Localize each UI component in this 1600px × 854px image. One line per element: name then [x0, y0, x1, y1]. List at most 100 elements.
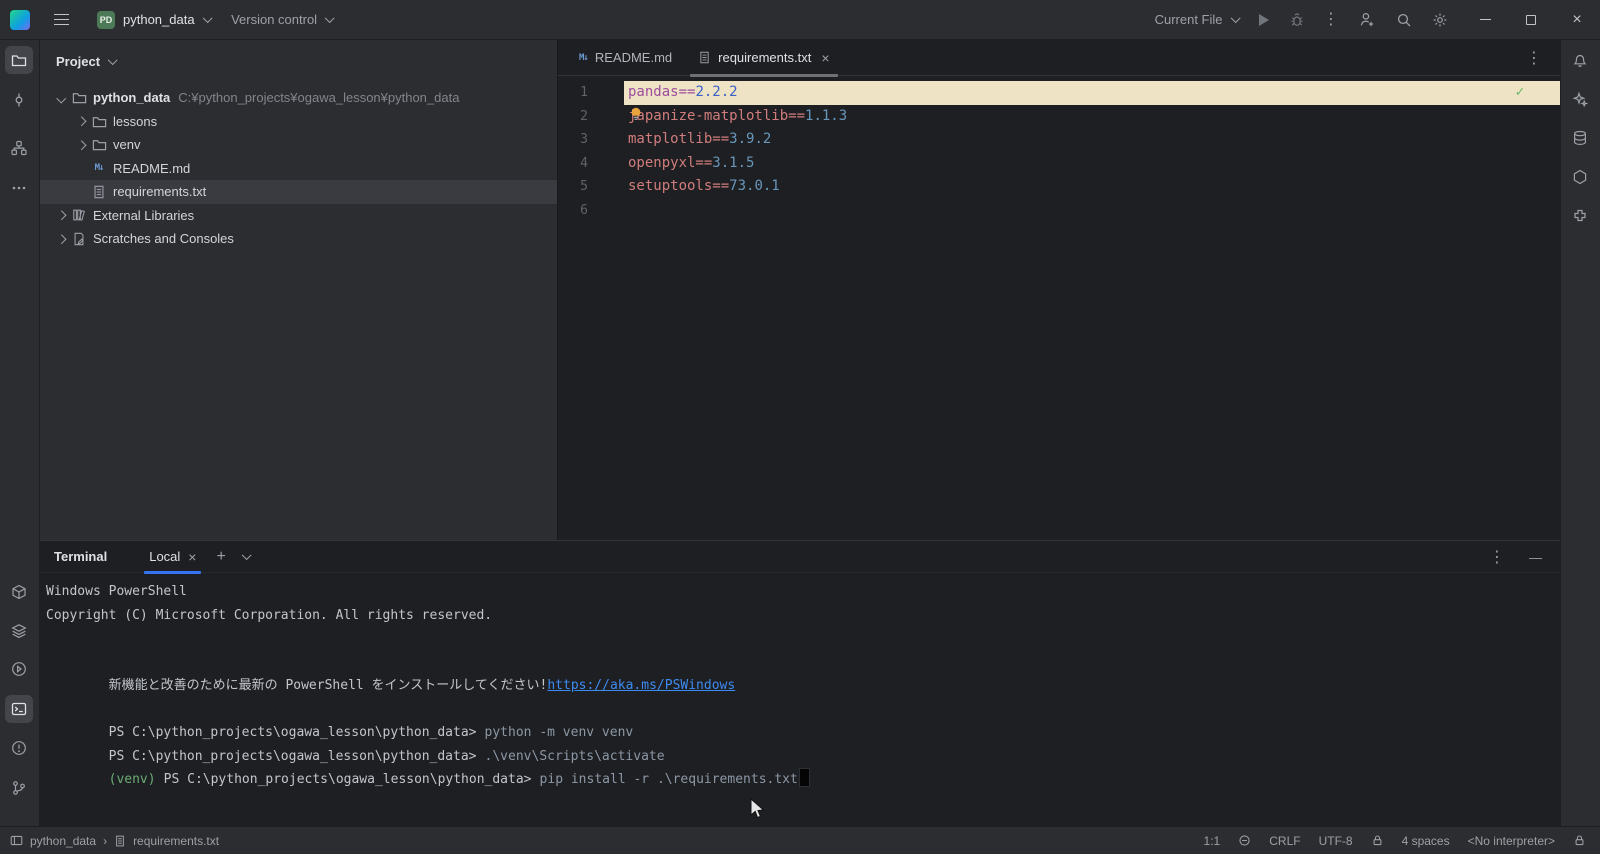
encoding-widget[interactable]: UTF-8 — [1319, 834, 1353, 848]
tab-label: README.md — [595, 50, 672, 65]
plugins-button[interactable] — [1566, 202, 1594, 230]
code-line: 6 — [558, 199, 1560, 223]
run-icon[interactable] — [1259, 14, 1269, 26]
line-number[interactable]: 1 — [558, 81, 624, 105]
terminal-tab-label: Local — [149, 549, 180, 564]
terminal-header: Terminal Local × + ⋮ — — [40, 541, 1560, 573]
editor: M↓ README.md requirements.txt × ⋮ 1 pand… — [557, 40, 1560, 540]
main-menu-icon[interactable] — [54, 14, 69, 25]
tree-row-scratches[interactable]: Scratches and Consoles — [40, 227, 557, 251]
tree-row-lessons[interactable]: lessons — [40, 110, 557, 134]
search-everywhere-icon[interactable] — [1396, 12, 1412, 28]
version-control-button[interactable] — [5, 774, 33, 802]
readonly-lock-icon[interactable] — [1573, 834, 1586, 847]
tree-label: venv — [113, 137, 140, 152]
settings-gear-icon[interactable] — [1432, 12, 1448, 28]
more-actions-icon[interactable]: ⋮ — [1323, 12, 1339, 28]
libraries-icon — [70, 208, 88, 222]
structure-tool-button[interactable] — [5, 134, 33, 162]
caret-position-widget[interactable]: 1:1 — [1204, 834, 1221, 848]
new-terminal-icon[interactable]: + — [216, 549, 225, 565]
debug-icon[interactable] — [1289, 12, 1305, 28]
line-number[interactable]: 3 — [558, 128, 624, 152]
status-indicator-icon[interactable] — [1238, 834, 1251, 847]
more-tool-windows-button[interactable] — [5, 174, 33, 202]
interpreter-widget[interactable]: <No interpreter> — [1468, 834, 1555, 848]
editor-tab-bar: M↓ README.md requirements.txt × ⋮ — [558, 40, 1560, 76]
tree-row-readme[interactable]: M↓ README.md — [40, 157, 557, 181]
project-tool-window: Project python_data C:¥python_projects¥o… — [40, 40, 557, 540]
ai-assistant-button[interactable] — [1566, 85, 1594, 113]
code-line: 5 setuptools==73.0.1 — [558, 175, 1560, 199]
line-separator-widget[interactable]: CRLF — [1269, 834, 1300, 848]
code-editor[interactable]: 1 pandas==2.2.2 2 japanize-matplotlib==1… — [558, 76, 1560, 540]
code-line: 1 pandas==2.2.2 — [558, 81, 1560, 105]
chevron-right-icon[interactable] — [56, 211, 65, 220]
line-number[interactable]: 4 — [558, 152, 624, 176]
left-tool-stripe — [0, 40, 40, 826]
tree-root-path: C:¥python_projects¥ogawa_lesson¥python_d… — [178, 90, 459, 105]
chevron-right-icon[interactable] — [76, 117, 85, 126]
tree-label: External Libraries — [93, 208, 194, 223]
breadcrumb-project[interactable]: python_data — [30, 834, 96, 848]
markdown-file-icon: M↓ — [90, 163, 108, 173]
tree-label: Scratches and Consoles — [93, 231, 234, 246]
tree-row-requirements[interactable]: requirements.txt — [40, 180, 557, 204]
problems-button[interactable] — [5, 734, 33, 762]
tree-label: lessons — [113, 114, 157, 129]
code-line: 2 japanize-matplotlib==1.1.3 — [558, 105, 1560, 129]
tool-windows-icon[interactable] — [10, 834, 23, 847]
close-button[interactable]: × — [1554, 0, 1600, 40]
line-number[interactable]: 6 — [558, 199, 624, 223]
chevron-down-icon[interactable] — [56, 93, 65, 102]
code-with-me-icon[interactable] — [1359, 11, 1376, 28]
indent-widget[interactable]: 4 spaces — [1402, 834, 1450, 848]
powershell-update-link[interactable]: https://aka.ms/PSWindows — [547, 678, 735, 693]
tab-requirements[interactable]: requirements.txt × — [685, 40, 842, 76]
chevron-down-icon[interactable] — [242, 550, 251, 559]
maximize-button[interactable] — [1508, 0, 1554, 40]
pycharm-window: PD python_data Version control Current F… — [0, 0, 1600, 854]
dependencies-button[interactable] — [1566, 163, 1594, 191]
notifications-bell-button[interactable] — [1566, 46, 1594, 74]
services-button[interactable] — [5, 617, 33, 645]
inspections-ok-icon[interactable]: ✓ — [1516, 84, 1524, 100]
commit-tool-button[interactable] — [5, 86, 33, 114]
lock-icon[interactable] — [1371, 834, 1384, 847]
terminal-line — [46, 627, 1560, 651]
line-number[interactable]: 5 — [558, 175, 624, 199]
vcs-widget[interactable]: Version control — [231, 12, 317, 27]
status-bar: python_data › requirements.txt 1:1 CRLF … — [0, 826, 1600, 854]
breadcrumb-file[interactable]: requirements.txt — [133, 834, 219, 848]
tree-row-external-libraries[interactable]: External Libraries — [40, 204, 557, 228]
terminal-options-icon[interactable]: ⋮ — [1489, 547, 1505, 567]
terminal-output[interactable]: Windows PowerShell Copyright (C) Microso… — [40, 573, 1560, 768]
line-number[interactable]: 2 — [558, 105, 624, 129]
hide-panel-icon[interactable]: — — [1529, 550, 1542, 565]
terminal-line: PS C:\python_projects\ogawa_lesson\pytho… — [46, 698, 1560, 722]
run-configuration-widget[interactable]: Current File — [1155, 12, 1223, 27]
tree-label: requirements.txt — [113, 184, 206, 199]
project-panel-header[interactable]: Project — [40, 40, 557, 82]
project-tool-button[interactable] — [5, 46, 33, 74]
python-packages-button[interactable] — [5, 578, 33, 606]
tab-readme[interactable]: M↓ README.md — [566, 40, 685, 76]
terminal-line: Copyright (C) Microsoft Corporation. All… — [46, 604, 1560, 628]
project-widget[interactable]: python_data — [123, 12, 195, 27]
terminal-tab-local[interactable]: Local × — [141, 541, 204, 573]
tree-row-venv[interactable]: venv — [40, 133, 557, 157]
minimize-button[interactable] — [1462, 0, 1508, 40]
close-tab-icon[interactable]: × — [821, 50, 829, 66]
intention-bulb-icon[interactable] — [629, 107, 643, 121]
close-tab-icon[interactable]: × — [188, 549, 196, 565]
terminal-title[interactable]: Terminal — [54, 549, 107, 564]
project-badge[interactable]: PD — [97, 11, 115, 29]
database-button[interactable] — [1566, 124, 1594, 152]
tree-row-root[interactable]: python_data C:¥python_projects¥ogawa_les… — [40, 86, 557, 110]
chevron-right-icon[interactable] — [76, 140, 85, 149]
terminal-line: Windows PowerShell — [46, 580, 1560, 604]
terminal-tool-button[interactable] — [5, 695, 33, 723]
python-console-button[interactable] — [5, 655, 33, 683]
tab-options-icon[interactable]: ⋮ — [1526, 48, 1542, 68]
chevron-right-icon[interactable] — [56, 234, 65, 243]
